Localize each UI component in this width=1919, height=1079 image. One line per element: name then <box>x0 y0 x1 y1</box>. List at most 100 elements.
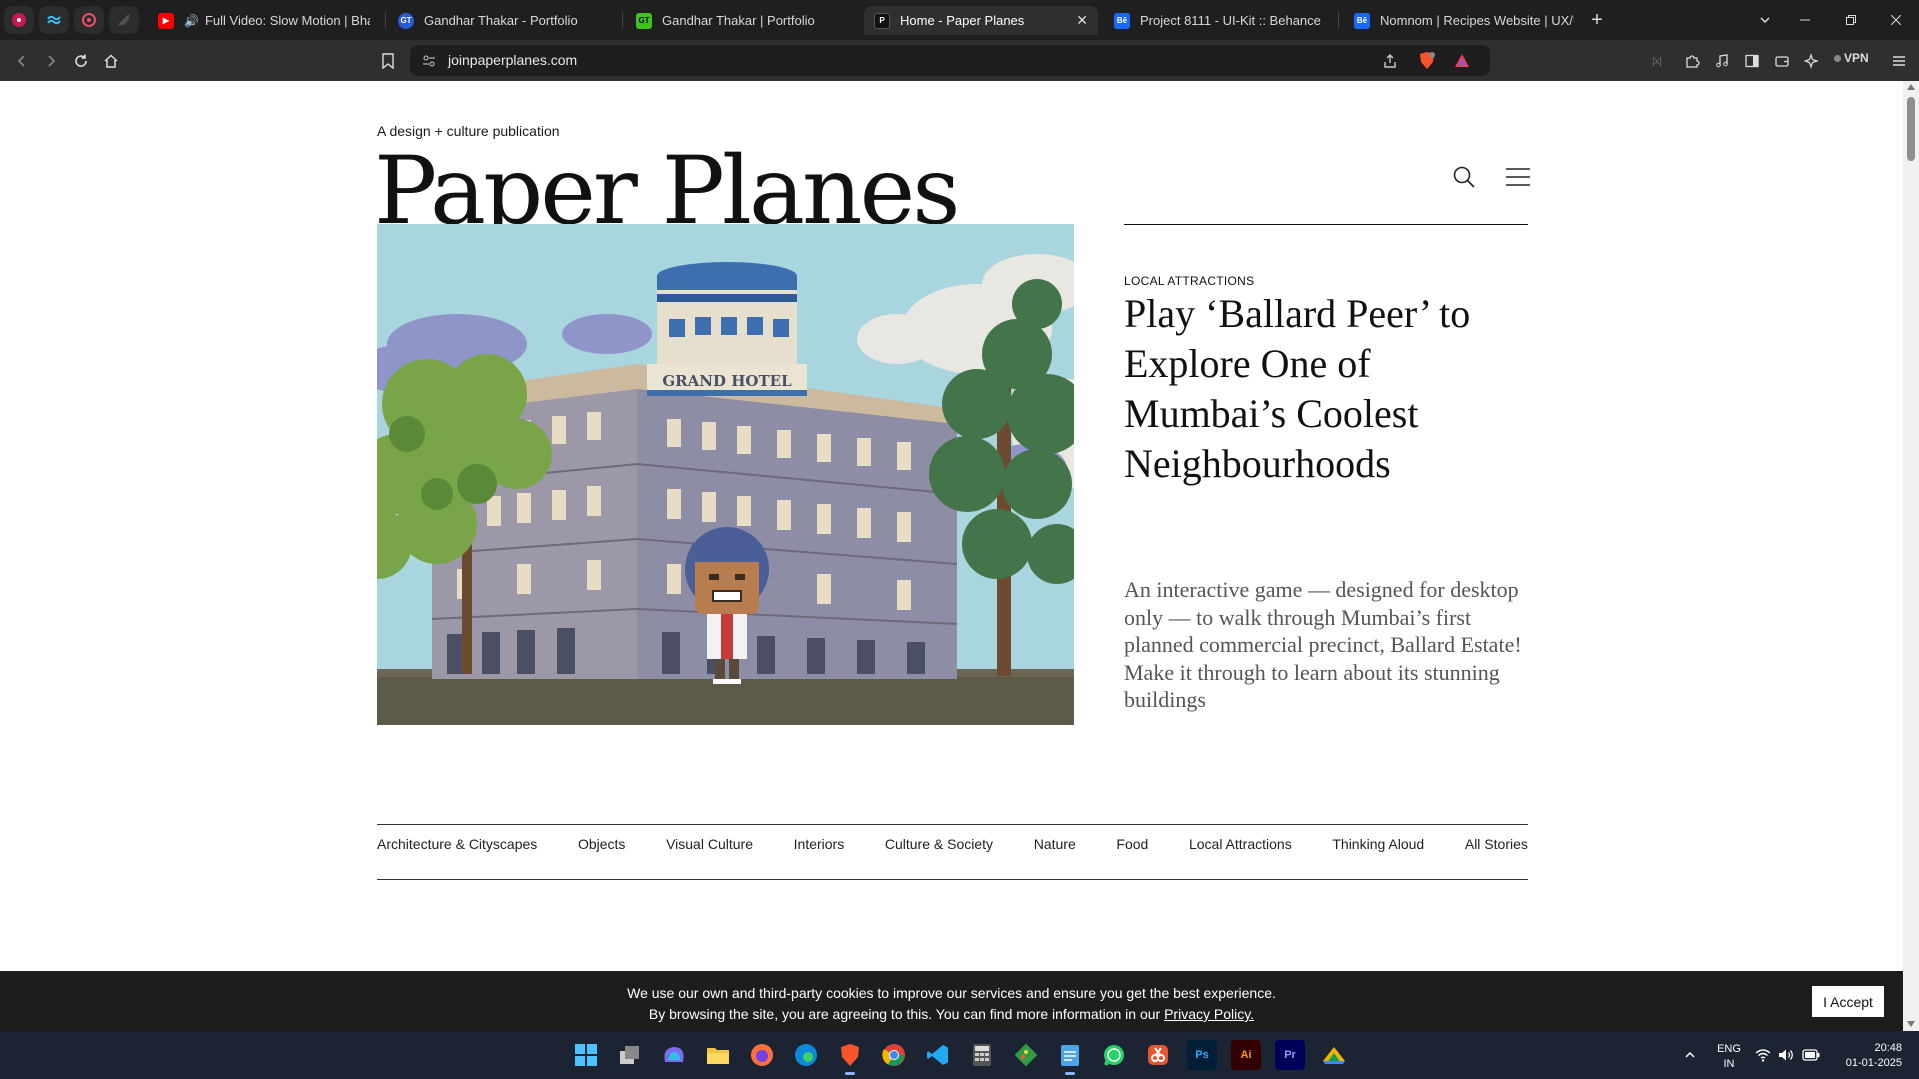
vpn-button[interactable]: VPN <box>1834 51 1869 65</box>
tab-title: Nomnom | Recipes Website | UX/UI <box>1380 13 1574 28</box>
chrome-button[interactable] <box>879 1040 909 1070</box>
privacy-policy-link[interactable]: Privacy Policy. <box>1164 1006 1254 1022</box>
back-button[interactable] <box>9 48 35 74</box>
copilot-button[interactable] <box>659 1040 689 1070</box>
pinned-tab-4[interactable] <box>109 6 139 34</box>
behance-icon: Bē <box>1114 12 1130 29</box>
browser-menu-button[interactable] <box>1886 48 1912 74</box>
featured-category[interactable]: LOCAL ATTRACTIONS <box>1124 274 1254 288</box>
premiere-pro-button[interactable]: Pr <box>1275 1040 1305 1070</box>
featured-headline[interactable]: Play ‘Ballard Peer’ to Explore One of Mu… <box>1124 289 1528 489</box>
tab-behance-1[interactable]: Bē Project 8111 - UI-Kit :: Behance <box>1104 6 1334 35</box>
volume-status[interactable] <box>1775 1040 1797 1070</box>
media-button[interactable] <box>1709 48 1735 74</box>
task-view-button[interactable] <box>615 1040 645 1070</box>
brave-shields-icon[interactable] <box>1418 51 1436 70</box>
notepad-button[interactable] <box>1055 1040 1085 1075</box>
clock[interactable]: 20:48 01-01-2025 <box>1826 1041 1902 1071</box>
language-indicator[interactable]: ENG IN <box>1714 1042 1744 1072</box>
brave-button[interactable] <box>835 1040 865 1075</box>
forward-button[interactable] <box>38 48 64 74</box>
sparkle-icon <box>1804 53 1819 69</box>
start-button[interactable] <box>571 1040 601 1070</box>
address-bar[interactable]: joinpaperplanes.com <box>410 45 1490 76</box>
tab-paper-planes[interactable]: P Home - Paper Planes ✕ <box>864 6 1098 35</box>
reader-mode-button[interactable]: [x] <box>1644 48 1670 74</box>
search-button[interactable] <box>1448 161 1480 193</box>
leo-ai-button[interactable] <box>1799 48 1825 74</box>
tab-behance-2[interactable]: Bē Nomnom | Recipes Website | UX/UI <box>1344 6 1584 35</box>
paper-planes-favicon: P <box>874 12 890 29</box>
nav-item-objects[interactable]: Objects <box>578 836 625 852</box>
snipping-tool-button[interactable] <box>1143 1040 1173 1070</box>
calculator-button[interactable] <box>967 1040 997 1070</box>
tab-title: Gandhar Thakar - Portfolio <box>424 13 578 28</box>
sidebar-button[interactable] <box>1739 48 1765 74</box>
menu-button[interactable] <box>1502 161 1534 193</box>
ballard-estate-illustration: GRAND HOTEL <box>377 224 1074 725</box>
whatsapp-icon <box>1104 1045 1124 1066</box>
hero-image[interactable]: GRAND HOTEL <box>377 224 1074 725</box>
pinned-tab-1[interactable] <box>4 6 34 34</box>
category-nav-bottom-rule <box>377 879 1528 880</box>
accept-cookies-button[interactable]: I Accept <box>1812 986 1884 1017</box>
vscode-button[interactable] <box>923 1040 953 1070</box>
site-settings-icon[interactable] <box>422 54 436 68</box>
pinned-app-icon <box>82 13 96 27</box>
scroll-down-arrow-icon[interactable] <box>1907 1021 1915 1027</box>
close-tab-icon[interactable]: ✕ <box>1068 12 1088 29</box>
onedrive-button[interactable] <box>1319 1040 1349 1070</box>
nav-item-nature[interactable]: Nature <box>1034 836 1076 852</box>
chevron-up-icon <box>1685 1051 1695 1058</box>
edge-button[interactable] <box>791 1040 821 1070</box>
brave-rewards-icon[interactable] <box>1454 53 1470 68</box>
reload-icon <box>75 54 87 67</box>
share-icon[interactable] <box>1382 53 1398 69</box>
cookie-line-1: We use our own and third-party cookies t… <box>627 985 1276 1001</box>
nav-item-interiors[interactable]: Interiors <box>794 836 845 852</box>
git-button[interactable] <box>1011 1040 1041 1070</box>
new-tab-button[interactable]: + <box>1575 0 1619 40</box>
nav-item-food[interactable]: Food <box>1116 836 1148 852</box>
bookmark-button[interactable] <box>375 48 401 74</box>
youtube-icon: ▶ <box>158 12 174 29</box>
scroll-up-arrow-icon[interactable] <box>1907 84 1915 90</box>
whatsapp-button[interactable] <box>1099 1040 1129 1070</box>
vpn-status-dot-icon <box>1834 55 1841 62</box>
cookie-message: We use our own and third-party cookies t… <box>0 983 1903 1025</box>
notepad-icon <box>1061 1045 1079 1066</box>
url-text[interactable]: joinpaperplanes.com <box>448 52 577 68</box>
photoshop-button[interactable]: Ps <box>1187 1040 1217 1070</box>
restore-button[interactable] <box>1828 0 1874 40</box>
show-hidden-icons-button[interactable] <box>1675 1040 1705 1070</box>
nav-item-thinking-aloud[interactable]: Thinking Aloud <box>1332 836 1424 852</box>
pinned-tab-3[interactable] <box>74 6 104 34</box>
battery-status[interactable] <box>1800 1040 1822 1070</box>
vpn-label: VPN <box>1844 51 1869 65</box>
illustrator-button[interactable]: Ai <box>1231 1040 1261 1070</box>
cookie-banner: We use our own and third-party cookies t… <box>0 971 1903 1031</box>
tab-youtube[interactable]: ▶ 🔊 Full Video: Slow Motion | Bharat <box>148 6 380 35</box>
nav-item-culture-society[interactable]: Culture & Society <box>885 836 993 852</box>
clock-date: 01-01-2025 <box>1845 1057 1902 1069</box>
nav-item-all-stories[interactable]: All Stories <box>1465 836 1528 852</box>
reload-button[interactable] <box>68 48 94 74</box>
firefox-button[interactable] <box>747 1040 777 1070</box>
nav-item-architecture[interactable]: Architecture & Cityscapes <box>377 836 537 852</box>
extensions-button[interactable] <box>1679 48 1705 74</box>
page-scrollbar[interactable] <box>1903 81 1919 1031</box>
nav-item-visual-culture[interactable]: Visual Culture <box>666 836 753 852</box>
pinned-tab-2[interactable] <box>39 6 69 34</box>
tab-portfolio-2[interactable]: GT Gandhar Thakar | Portfolio <box>626 6 856 35</box>
minimize-button[interactable] <box>1782 0 1828 40</box>
scrollbar-thumb[interactable] <box>1907 97 1915 161</box>
tab-portfolio-1[interactable]: GT Gandhar Thakar - Portfolio <box>388 6 618 35</box>
web-page: A design + culture publication Paper Pla… <box>0 81 1903 1031</box>
home-button[interactable] <box>98 48 124 74</box>
close-window-button[interactable] <box>1873 0 1919 40</box>
bookmark-icon <box>382 53 394 69</box>
wifi-status[interactable] <box>1752 1040 1774 1070</box>
file-explorer-button[interactable] <box>703 1040 733 1070</box>
wallet-button[interactable] <box>1769 48 1795 74</box>
nav-item-local-attractions[interactable]: Local Attractions <box>1189 836 1292 852</box>
